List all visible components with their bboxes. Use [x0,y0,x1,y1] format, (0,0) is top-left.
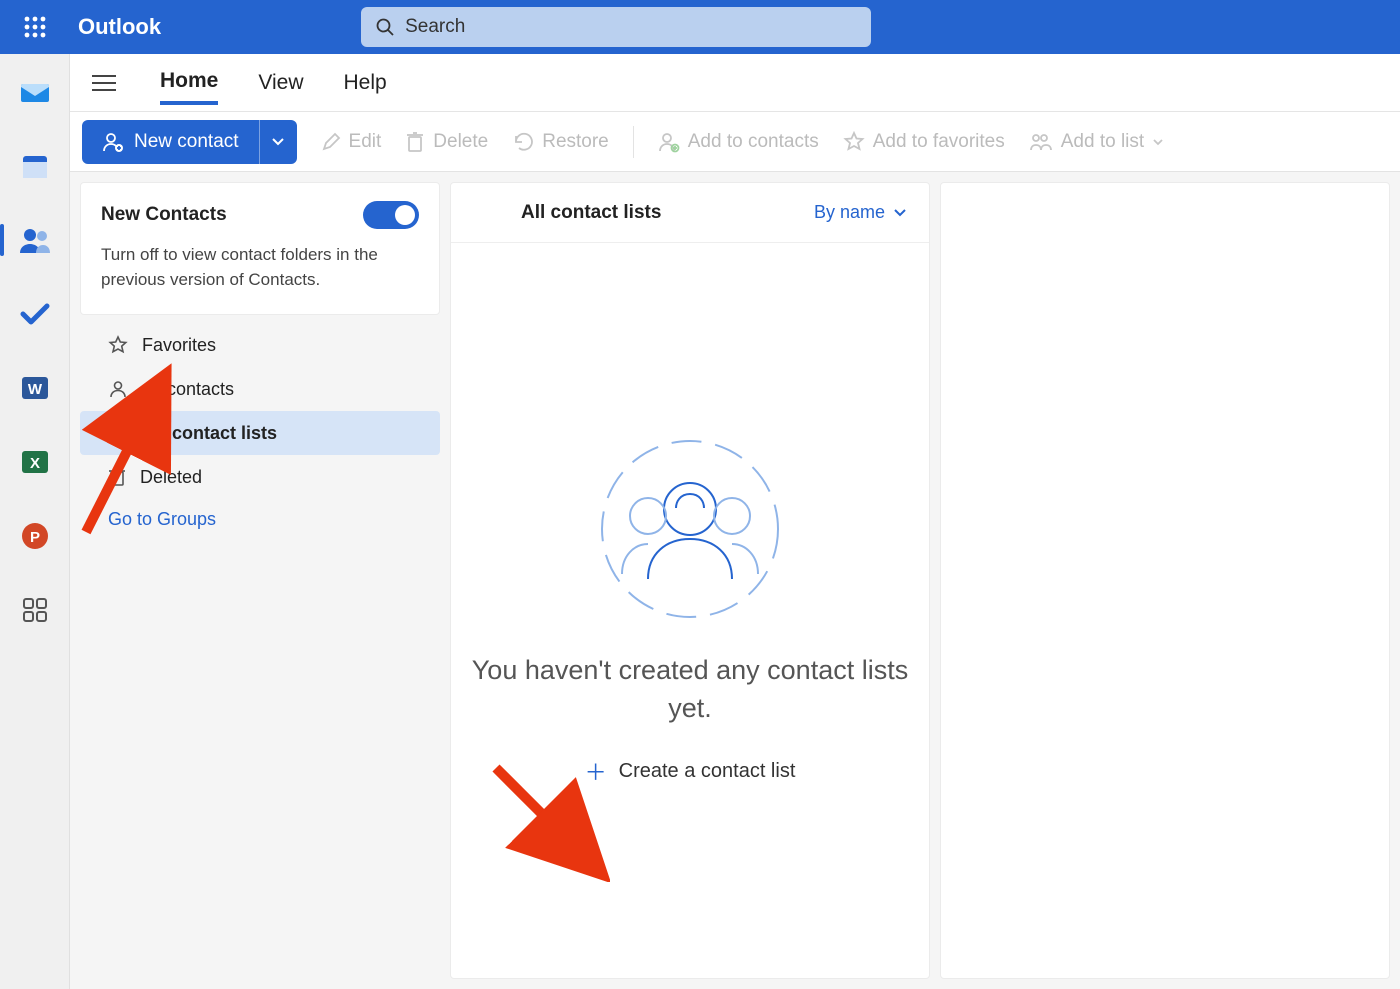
search-icon [375,17,395,37]
new-contact-label: New contact [134,131,239,153]
chevron-down-icon [271,137,285,147]
tabs-row: Home View Help [70,54,1400,112]
go-to-groups-link[interactable]: Go to Groups [80,499,440,540]
ribbon: New contact Edit Delete Restore [70,112,1400,172]
list-panel: All contact lists By name [450,182,930,979]
empty-illustration-icon [590,434,790,624]
rail-todo[interactable] [0,292,70,336]
chevron-down-icon [1152,138,1164,146]
add-to-list-button: Add to list [1029,131,1164,153]
new-contacts-title: New Contacts [101,204,227,226]
add-to-favorites-button: Add to favorites [843,131,1005,153]
list-title: All contact lists [521,202,661,224]
word-icon: W [20,373,50,403]
powerpoint-icon: P [20,521,50,551]
trash-icon [108,467,126,487]
plus-icon: ＋ [585,755,607,787]
people-list-icon [1029,132,1053,152]
tab-view[interactable]: View [258,63,303,103]
person-icon [108,379,128,399]
app-rail: W X P [0,54,70,989]
person-plus-icon [658,131,680,153]
rail-powerpoint[interactable]: P [0,514,70,558]
star-plus-icon [843,131,865,153]
star-icon [108,335,128,355]
new-contact-split-button: New contact [82,120,297,164]
restore-button: Restore [512,131,609,153]
calendar-icon [20,151,50,181]
svg-text:W: W [27,381,42,398]
hamburger-icon[interactable] [88,67,120,99]
title-bar: Outlook [0,0,1400,54]
check-icon [20,302,50,326]
create-contact-list-button[interactable]: ＋ Create a contact list [585,755,796,787]
add-to-contacts-button: Add to contacts [658,131,819,153]
apps-grid-icon [22,597,48,623]
nav-all-contacts[interactable]: All contacts [80,367,440,411]
new-contacts-card: New Contacts Turn off to view contact fo… [80,182,440,315]
app-launcher-icon[interactable] [0,0,70,54]
excel-icon: X [20,447,50,477]
list-header: All contact lists By name [451,183,929,243]
app-name: Outlook [78,14,161,40]
edit-icon [321,132,341,152]
chevron-down-icon [893,208,907,218]
rail-calendar[interactable] [0,144,70,188]
trash-icon [405,131,425,153]
tab-home[interactable]: Home [160,61,218,105]
edit-button: Edit [321,131,382,153]
content-area: New Contacts Turn off to view contact fo… [70,172,1400,989]
detail-panel [940,182,1390,979]
new-contact-button[interactable]: New contact [82,120,259,164]
svg-text:X: X [29,455,39,472]
rail-excel[interactable]: X [0,440,70,484]
people-icon [108,424,130,442]
sort-button[interactable]: By name [814,202,907,223]
search-input[interactable] [405,16,857,38]
empty-message: You haven't created any contact lists ye… [451,652,929,728]
rail-people[interactable] [0,218,70,262]
search-box[interactable] [361,7,871,47]
nav-favorites[interactable]: Favorites [80,323,440,367]
nav-deleted[interactable]: Deleted [80,455,440,499]
rail-mail[interactable] [0,70,70,114]
new-contact-dropdown[interactable] [259,120,297,164]
mail-icon [19,78,51,106]
tab-help[interactable]: Help [344,63,387,103]
rail-word[interactable]: W [0,366,70,410]
empty-state: You haven't created any contact lists ye… [451,243,929,978]
left-panel: New Contacts Turn off to view contact fo… [80,182,440,979]
person-add-icon [102,131,124,153]
nav-all-contact-lists[interactable]: All contact lists [80,411,440,455]
rail-more-apps[interactable] [0,588,70,632]
people-icon [19,227,51,253]
new-contacts-toggle[interactable] [363,201,419,229]
svg-text:P: P [29,529,39,546]
folder-nav: Favorites All contacts All contact lists… [80,323,440,540]
delete-button: Delete [405,131,488,153]
restore-icon [512,132,534,152]
new-contacts-desc: Turn off to view contact folders in the … [101,243,419,292]
